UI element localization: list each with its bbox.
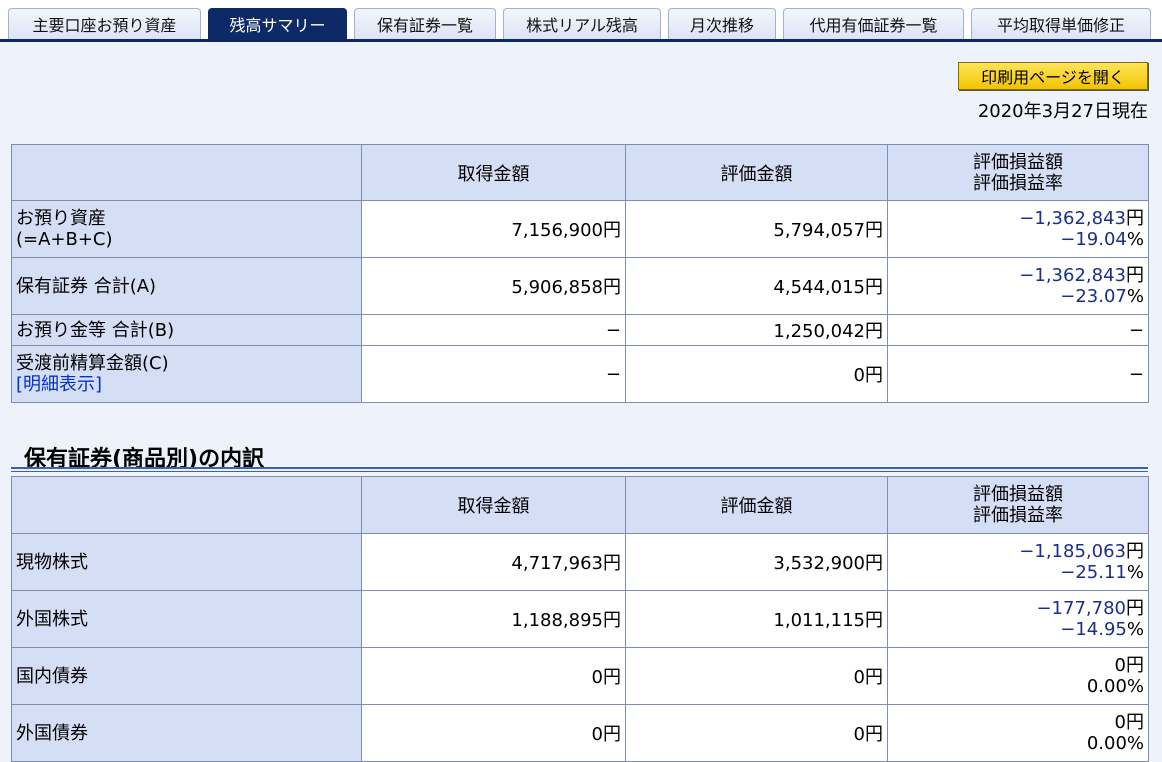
- pl-rate: −25.11: [1060, 562, 1127, 583]
- pl-amount: 0円: [1114, 655, 1144, 676]
- pl-cell: −177,780円 −14.95%: [887, 590, 1149, 648]
- summary-header-pl: 評価損益額 評価損益率: [887, 144, 1149, 201]
- breakdown-header-pl-amount: 評価損益額: [973, 484, 1063, 505]
- summary-table: 取得金額 評価金額 評価損益額 評価損益率 お預り資産 (=A+B+C) 7,1…: [11, 144, 1149, 403]
- pl-amount-unit: 円: [1126, 541, 1144, 562]
- valuation-value: 3,532,900円: [625, 533, 888, 591]
- acquisition-value: −: [361, 314, 626, 346]
- table-row: 現物株式 4,717,963円 3,532,900円 −1,185,063円 −…: [11, 533, 1149, 591]
- breakdown-header-acquisition: 取得金額: [361, 476, 626, 534]
- print-page-button[interactable]: 印刷用ページを開く: [958, 62, 1148, 90]
- pl-rate: −19.04: [1060, 229, 1127, 250]
- tab-main-account-assets[interactable]: 主要口座お預り資産: [8, 8, 201, 39]
- acquisition-value: 1,188,895円: [361, 590, 626, 648]
- table-row: 国内債券 0円 0円 0円 0.00%: [11, 647, 1149, 705]
- pl-amount: −1,362,843: [1019, 208, 1126, 229]
- row-label-main: お預り資産: [16, 208, 106, 229]
- pl-amount: −1,362,843: [1019, 265, 1126, 286]
- row-label: 国内債券: [11, 647, 362, 705]
- breakdown-header-blank: [11, 476, 362, 534]
- pl-amount: 0円: [1114, 712, 1144, 733]
- row-label: 保有証券 合計(A): [11, 257, 362, 315]
- breakdown-table: 取得金額 評価金額 評価損益額 評価損益率 現物株式 4,717,963円 3,…: [11, 476, 1149, 762]
- pl-amount-unit: 円: [1126, 598, 1144, 619]
- section-divider: [11, 471, 1148, 472]
- breakdown-header-row: 取得金額 評価金額 評価損益額 評価損益率: [11, 476, 1149, 534]
- valuation-value: 0円: [625, 647, 888, 705]
- tab-bar: 主要口座お預り資産 残高サマリー 保有証券一覧 株式リアル残高 月次推移 代用有…: [0, 0, 1162, 42]
- valuation-value: 1,250,042円: [625, 314, 888, 346]
- acquisition-value: 0円: [361, 704, 626, 762]
- pl-rate-unit: %: [1126, 286, 1144, 307]
- summary-header-row: 取得金額 評価金額 評価損益額 評価損益率: [11, 144, 1149, 201]
- tab-collateral-securities[interactable]: 代用有価証券一覧: [783, 8, 964, 39]
- acquisition-value: 0円: [361, 647, 626, 705]
- summary-header-pl-amount: 評価損益額: [973, 151, 1063, 173]
- tab-stock-real-balance[interactable]: 株式リアル残高: [503, 8, 661, 39]
- pl-rate: 0.00%: [1086, 733, 1144, 754]
- pl-amount-unit: 円: [1126, 208, 1144, 229]
- row-label: お預り金等 合計(B): [11, 314, 362, 346]
- summary-header-valuation: 評価金額: [625, 144, 888, 201]
- table-row: 保有証券 合計(A) 5,906,858円 4,544,015円 −1,362,…: [11, 257, 1149, 315]
- pl-cell: −: [887, 314, 1149, 346]
- valuation-value: 0円: [625, 345, 888, 403]
- acquisition-value: 7,156,900円: [361, 200, 626, 258]
- breakdown-header-pl-rate: 評価損益率: [973, 505, 1063, 526]
- table-row: 受渡前精算金額(C) [明細表示] − 0円 −: [11, 345, 1149, 403]
- table-row: お預り資産 (=A+B+C) 7,156,900円 5,794,057円 −1,…: [11, 200, 1149, 258]
- row-label-main: 受渡前精算金額(C): [16, 353, 169, 374]
- breakdown-header-pl: 評価損益額 評価損益率: [887, 476, 1149, 534]
- row-label-sub: (=A+B+C): [16, 229, 113, 250]
- pl-amount: −1,185,063: [1019, 541, 1126, 562]
- summary-header-blank: [11, 144, 362, 201]
- acquisition-value: 5,906,858円: [361, 257, 626, 315]
- pl-rate-unit: %: [1126, 619, 1144, 640]
- table-row: 外国債券 0円 0円 0円 0.00%: [11, 704, 1149, 762]
- tab-balance-summary[interactable]: 残高サマリー: [208, 8, 347, 39]
- summary-header-pl-rate: 評価損益率: [973, 172, 1063, 194]
- valuation-value: 5,794,057円: [625, 200, 888, 258]
- valuation-value: 1,011,115円: [625, 590, 888, 648]
- pl-cell: 0円 0.00%: [887, 704, 1149, 762]
- row-label: 外国株式: [11, 590, 362, 648]
- row-label: お預り資産 (=A+B+C): [11, 200, 362, 258]
- pl-rate-unit: %: [1126, 229, 1144, 250]
- section-divider: [11, 467, 1148, 469]
- pl-cell: −1,362,843円 −19.04%: [887, 200, 1149, 258]
- acquisition-value: 4,717,963円: [361, 533, 626, 591]
- pl-rate-unit: %: [1126, 562, 1144, 583]
- details-link[interactable]: [明細表示]: [16, 374, 357, 395]
- as-of-date: 2020年3月27日現在: [977, 101, 1148, 122]
- pl-rate: 0.00%: [1086, 676, 1144, 697]
- acquisition-value: −: [361, 345, 626, 403]
- tab-monthly-trend[interactable]: 月次推移: [668, 8, 776, 39]
- row-label: 受渡前精算金額(C) [明細表示]: [11, 345, 362, 403]
- pl-amount: −177,780: [1036, 598, 1126, 619]
- row-label: 現物株式: [11, 533, 362, 591]
- table-row: 外国株式 1,188,895円 1,011,115円 −177,780円 −14…: [11, 590, 1149, 648]
- pl-cell: −1,362,843円 −23.07%: [887, 257, 1149, 315]
- valuation-value: 4,544,015円: [625, 257, 888, 315]
- pl-cell: −: [887, 345, 1149, 403]
- valuation-value: 0円: [625, 704, 888, 762]
- table-row: お預り金等 合計(B) − 1,250,042円 −: [11, 314, 1149, 346]
- pl-cell: −1,185,063円 −25.11%: [887, 533, 1149, 591]
- pl-amount-unit: 円: [1126, 265, 1144, 286]
- pl-rate: −23.07: [1060, 286, 1127, 307]
- tab-holdings-list[interactable]: 保有証券一覧: [354, 8, 496, 39]
- tab-average-cost-correction[interactable]: 平均取得単価修正: [971, 8, 1151, 39]
- pl-rate: −14.95: [1060, 619, 1127, 640]
- pl-cell: 0円 0.00%: [887, 647, 1149, 705]
- breakdown-header-valuation: 評価金額: [625, 476, 888, 534]
- row-label: 外国債券: [11, 704, 362, 762]
- summary-header-acquisition: 取得金額: [361, 144, 626, 201]
